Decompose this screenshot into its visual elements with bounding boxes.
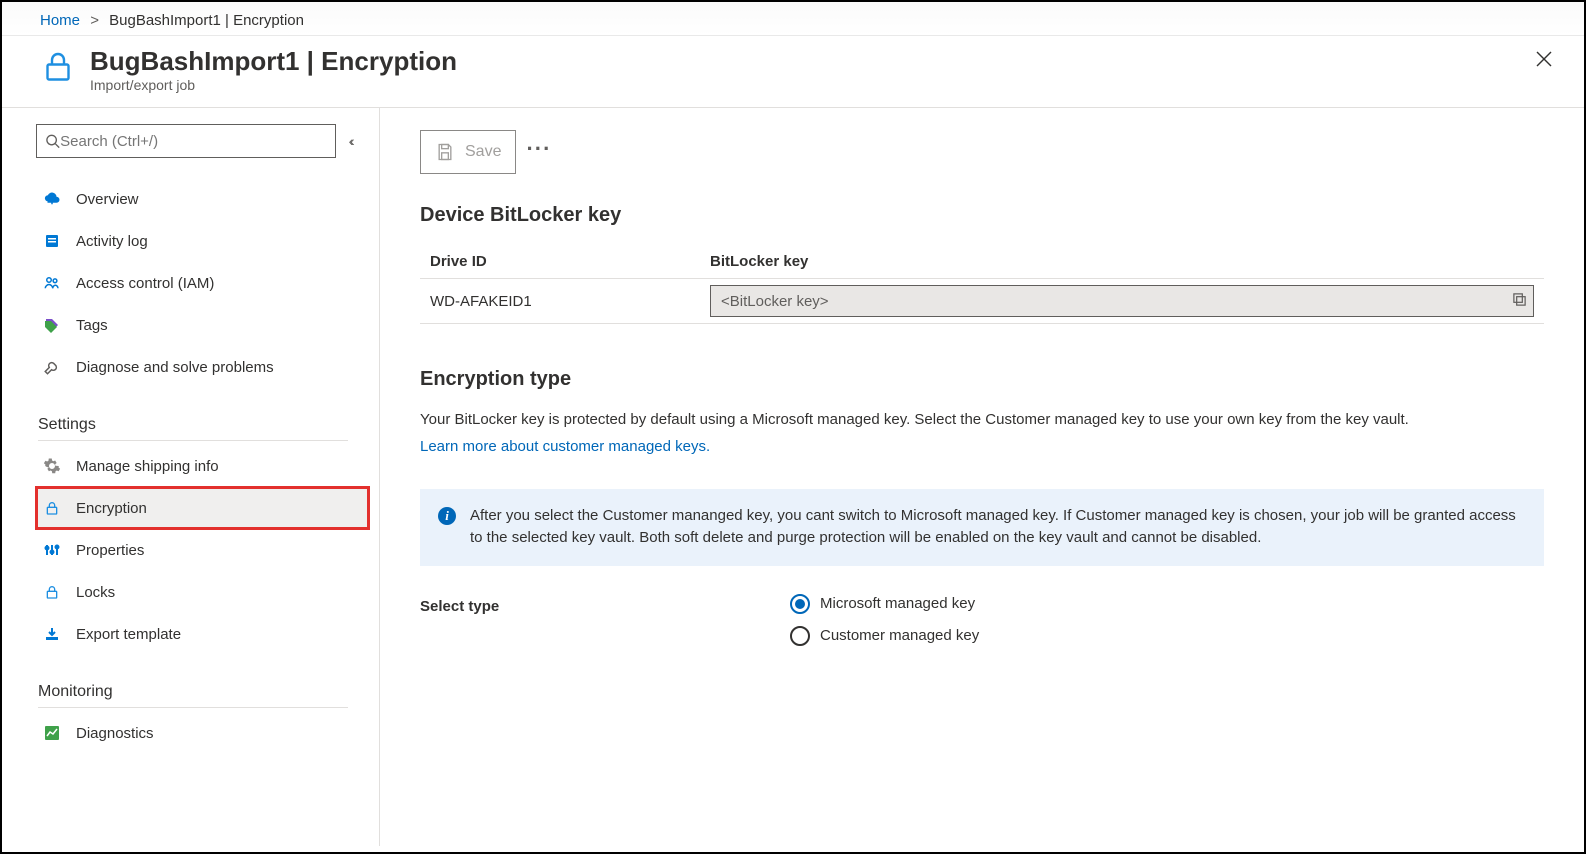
wrench-icon	[42, 358, 62, 376]
sidebar-item-label: Diagnostics	[76, 725, 154, 742]
sidebar-item-label: Overview	[76, 191, 139, 208]
sidebar-item-tags[interactable]: Tags	[36, 304, 369, 346]
copy-icon[interactable]	[1512, 292, 1527, 311]
encryption-type-radio-group: Microsoft managed key Customer managed k…	[790, 594, 979, 646]
sidebar-item-label: Encryption	[76, 500, 147, 517]
radio-label: Customer managed key	[820, 627, 979, 644]
sidebar-item-encryption[interactable]: Encryption	[36, 487, 369, 529]
toolbar: Save ···	[420, 130, 1544, 174]
sidebar-item-label: Properties	[76, 542, 144, 559]
bitlocker-key-field[interactable]: <BitLocker key>	[710, 285, 1534, 317]
breadcrumb-separator: >	[90, 12, 99, 29]
encryption-type-title: Encryption type	[420, 368, 1544, 391]
save-button-label: Save	[465, 143, 501, 161]
sidebar-section-monitoring: Monitoring	[38, 683, 348, 708]
export-icon	[42, 626, 62, 642]
properties-icon	[42, 542, 62, 558]
page-header: BugBashImport1 | Encryption Import/expor…	[2, 36, 1584, 108]
learn-more-link[interactable]: Learn more about customer managed keys.	[420, 438, 710, 455]
radio-label: Microsoft managed key	[820, 595, 975, 612]
sidebar-item-activity-log[interactable]: Activity log	[36, 220, 369, 262]
tag-icon	[42, 317, 62, 333]
sidebar-item-overview[interactable]: Overview	[36, 178, 369, 220]
close-button[interactable]	[1528, 46, 1560, 77]
sidebar-item-locks[interactable]: Locks	[36, 571, 369, 613]
sidebar-item-shipping-info[interactable]: Manage shipping info	[36, 445, 369, 487]
gear-icon	[42, 457, 62, 475]
radio-icon	[790, 594, 810, 614]
bitlocker-section-title: Device BitLocker key	[420, 204, 1544, 227]
more-actions-button[interactable]: ···	[526, 136, 551, 168]
col-drive-id: Drive ID	[420, 245, 700, 279]
sidebar-item-label: Activity log	[76, 233, 148, 250]
info-icon: i	[438, 507, 456, 525]
info-banner: i After you select the Customer mananged…	[420, 489, 1544, 566]
select-type-label: Select type	[420, 594, 790, 615]
sidebar: ‹‹ Overview Activity log Access control …	[2, 108, 380, 846]
breadcrumb-current: BugBashImport1 | Encryption	[109, 12, 304, 29]
log-icon	[42, 233, 62, 249]
table-row: WD-AFAKEID1 <BitLocker key>	[420, 279, 1544, 324]
main-content: Save ··· Device BitLocker key Drive ID B…	[380, 108, 1584, 846]
chart-icon	[42, 725, 62, 741]
sidebar-item-label: Manage shipping info	[76, 458, 219, 475]
sidebar-item-label: Diagnose and solve problems	[76, 359, 274, 376]
people-icon	[42, 274, 62, 292]
save-button[interactable]: Save	[420, 130, 516, 174]
sidebar-item-label: Locks	[76, 584, 115, 601]
sidebar-item-access-control[interactable]: Access control (IAM)	[36, 262, 369, 304]
bitlocker-table: Drive ID BitLocker key WD-AFAKEID1 <BitL…	[420, 245, 1544, 324]
save-icon	[435, 142, 455, 162]
sidebar-item-diagnose[interactable]: Diagnose and solve problems	[36, 346, 369, 388]
bitlocker-key-value: <BitLocker key>	[721, 293, 1512, 310]
radio-customer-managed[interactable]: Customer managed key	[790, 626, 979, 646]
drive-id-cell: WD-AFAKEID1	[420, 279, 700, 324]
sidebar-search[interactable]	[36, 124, 336, 158]
lock-icon	[42, 584, 62, 600]
cloud-icon	[42, 190, 62, 208]
breadcrumb-home[interactable]: Home	[40, 12, 80, 29]
encryption-type-description: Your BitLocker key is protected by defau…	[420, 409, 1500, 432]
sidebar-item-properties[interactable]: Properties	[36, 529, 369, 571]
breadcrumb: Home > BugBashImport1 | Encryption	[2, 2, 1584, 36]
sidebar-item-label: Access control (IAM)	[76, 275, 214, 292]
search-icon	[45, 133, 60, 149]
sidebar-section-settings: Settings	[38, 416, 348, 441]
page-subtitle: Import/export job	[90, 77, 457, 93]
info-banner-text: After you select the Customer mananged k…	[470, 505, 1526, 550]
col-bitlocker-key: BitLocker key	[700, 245, 1544, 279]
page-title: BugBashImport1 | Encryption	[90, 46, 457, 77]
search-input[interactable]	[60, 133, 327, 150]
sidebar-item-label: Export template	[76, 626, 181, 643]
sidebar-item-label: Tags	[76, 317, 108, 334]
lock-icon	[42, 500, 62, 516]
sidebar-item-diagnostics[interactable]: Diagnostics	[36, 712, 369, 754]
lock-icon	[40, 48, 76, 87]
sidebar-item-export-template[interactable]: Export template	[36, 613, 369, 655]
radio-icon	[790, 626, 810, 646]
radio-microsoft-managed[interactable]: Microsoft managed key	[790, 594, 979, 614]
